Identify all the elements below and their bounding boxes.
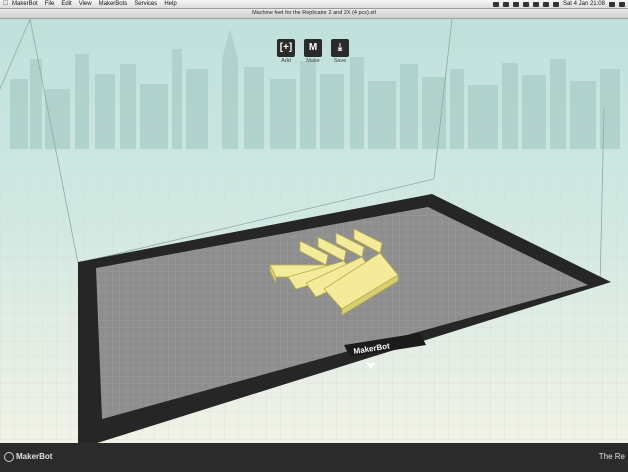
dropbox-icon[interactable] [492, 1, 499, 7]
makerbot-logo-icon [4, 452, 14, 462]
status-area: Sat 4 Jan 21:08 [492, 0, 625, 8]
menu-makerbot[interactable]: MakerBot [12, 0, 38, 8]
window-title: Machine feet for the Replicator 2 and 2X… [252, 10, 376, 16]
bottom-bar: MakerBot The Re [0, 443, 628, 472]
menu-edit[interactable]: Edit [61, 0, 71, 8]
menu-items: MakerBot File Edit View MakerBots Servic… [12, 0, 177, 8]
menu-makerbots[interactable]: MakerBots [99, 0, 128, 8]
save-label: Save [333, 58, 347, 64]
apple-icon[interactable]:  [3, 0, 8, 8]
save-button[interactable]: ⤓ Save [330, 39, 350, 64]
makerbot-logo-text: MakerBot [16, 452, 53, 462]
sync-icon[interactable] [502, 1, 509, 7]
menu-view[interactable]: View [79, 0, 92, 8]
main-toolbar: [+] Add M Make ⤓ Save [276, 39, 350, 64]
bluetooth-icon[interactable] [512, 1, 519, 7]
add-icon: [+] [277, 39, 295, 57]
makerbot-logo: MakerBot [4, 452, 52, 462]
make-icon: M [304, 39, 322, 57]
3d-viewport[interactable]: MakerBot [+] Add M Make ⤓ Save [0, 19, 628, 443]
battery-icon[interactable] [542, 1, 549, 7]
flag-icon[interactable] [552, 1, 559, 7]
bottom-bar-right-text: The Re [598, 452, 625, 461]
wifi-icon[interactable] [522, 1, 529, 7]
menu-bar:  MakerBot File Edit View MakerBots Serv… [0, 0, 628, 9]
list-icon[interactable] [619, 1, 625, 7]
menu-help[interactable]: Help [164, 0, 176, 8]
add-button[interactable]: [+] Add [276, 39, 296, 64]
clock[interactable]: Sat 4 Jan 21:08 [563, 0, 605, 8]
scene-canvas[interactable]: MakerBot [0, 19, 628, 443]
make-button[interactable]: M Make [303, 39, 323, 64]
window-title-bar: Machine feet for the Replicator 2 and 2X… [0, 9, 628, 19]
menu-file[interactable]: File [45, 0, 55, 8]
make-label: Make [306, 58, 320, 64]
menu-services[interactable]: Services [134, 0, 157, 8]
volume-icon[interactable] [532, 1, 539, 7]
search-icon[interactable] [609, 1, 615, 7]
add-label: Add [281, 58, 291, 64]
save-icon: ⤓ [331, 39, 349, 57]
